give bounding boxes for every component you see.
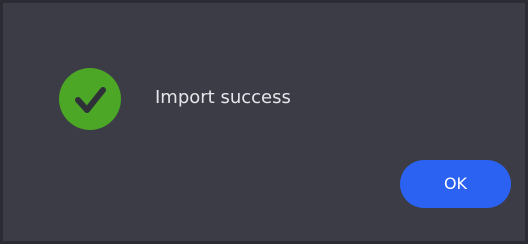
ok-button[interactable]: OK [400, 160, 511, 208]
dialog-message: Import success [155, 87, 291, 108]
check-circle-icon [59, 68, 121, 130]
checkmark-icon [75, 87, 106, 113]
import-result-dialog: Import success OK [0, 0, 528, 244]
